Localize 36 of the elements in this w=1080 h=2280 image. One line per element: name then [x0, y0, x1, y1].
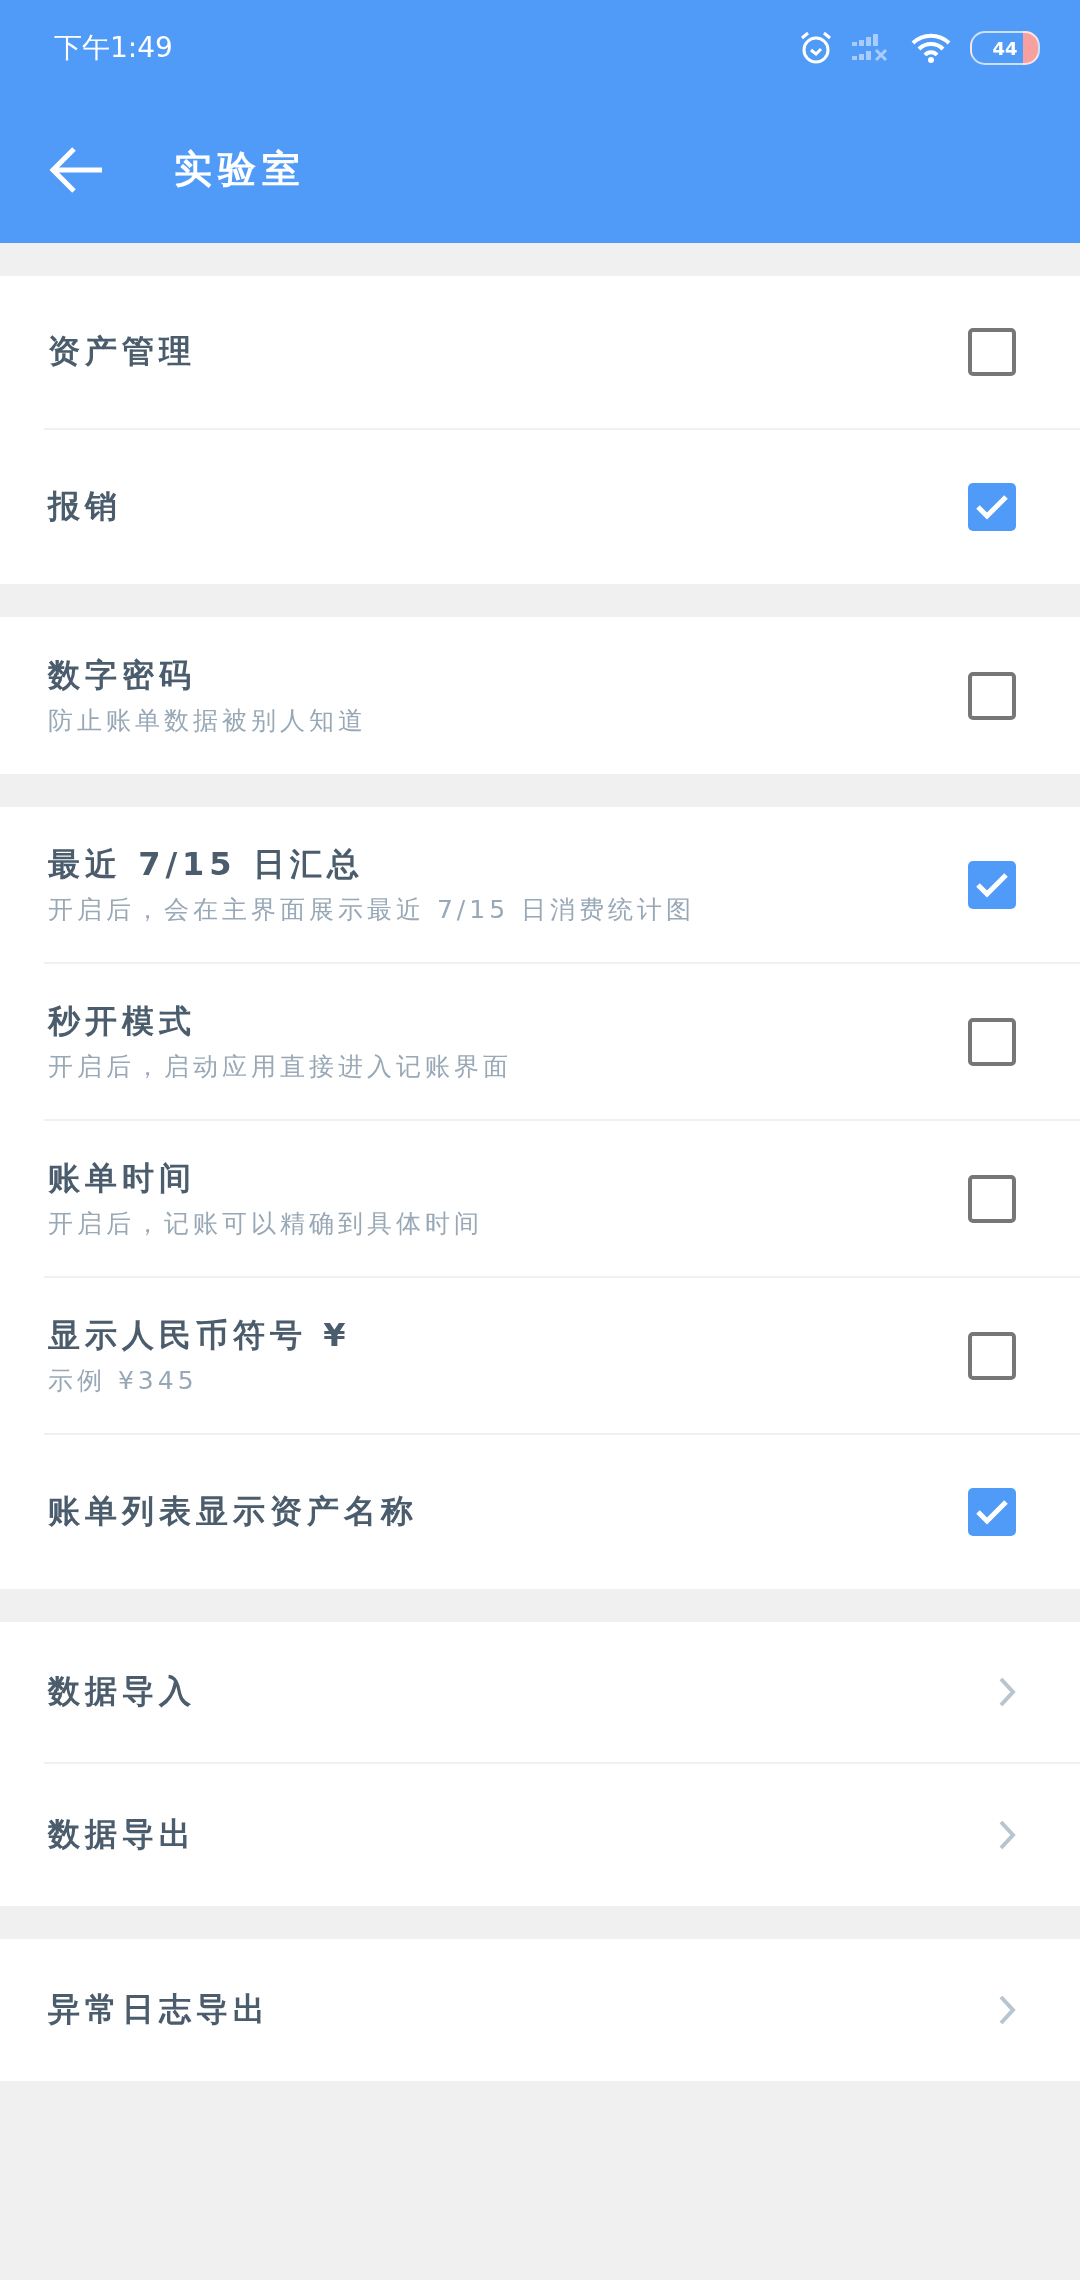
wifi-icon	[910, 32, 952, 64]
battery-indicator: 44	[970, 31, 1040, 65]
setting-title: 显示人民币符号 ¥	[48, 1315, 351, 1356]
setting-description: 防止账单数据被别人知道	[48, 705, 367, 737]
chevron-right-icon	[998, 1994, 1016, 2026]
checkbox[interactable]	[968, 860, 1016, 909]
checkbox[interactable]	[968, 1331, 1016, 1380]
setting-title: 资产管理	[48, 331, 196, 372]
status-time: 下午1:49	[54, 30, 173, 66]
setting-title: 账单列表显示资产名称	[48, 1491, 418, 1532]
setting-title: 账单时间	[48, 1158, 197, 1199]
check-icon	[975, 871, 1009, 898]
chevron-right-icon	[998, 1676, 1016, 1708]
setting-description: 开启后，启动应用直接进入记账界面	[48, 1051, 512, 1083]
setting-description: 开启后，记账可以精确到具体时间	[48, 1208, 483, 1240]
setting-title: 报销	[48, 486, 122, 527]
checkbox[interactable]	[968, 1174, 1016, 1223]
setting-title: 数据导入	[48, 1671, 196, 1712]
setting-title: 最近 7/15 日汇总	[48, 844, 365, 885]
back-arrow-icon[interactable]	[48, 144, 104, 195]
alarm-icon	[798, 30, 834, 66]
check-icon	[975, 1499, 1009, 1525]
setting-description: 示例 ¥345	[48, 1365, 199, 1397]
page-title: 实验室	[174, 146, 306, 193]
checkbox[interactable]	[968, 1488, 1016, 1536]
checkbox[interactable]	[968, 483, 1016, 531]
check-icon	[975, 494, 1009, 520]
chevron-right-icon	[998, 1819, 1016, 1851]
setting-title: 异常日志导出	[48, 1989, 270, 2030]
checkbox[interactable]	[968, 328, 1016, 376]
checkbox[interactable]	[968, 671, 1016, 720]
setting-description: 开启后，会在主界面展示最近 7/15 日消费统计图	[48, 894, 696, 926]
setting-title: 秒开模式	[48, 1001, 197, 1042]
checkbox[interactable]	[968, 1017, 1016, 1066]
setting-title: 数据导出	[48, 1814, 196, 1855]
setting-title: 数字密码	[48, 655, 197, 696]
